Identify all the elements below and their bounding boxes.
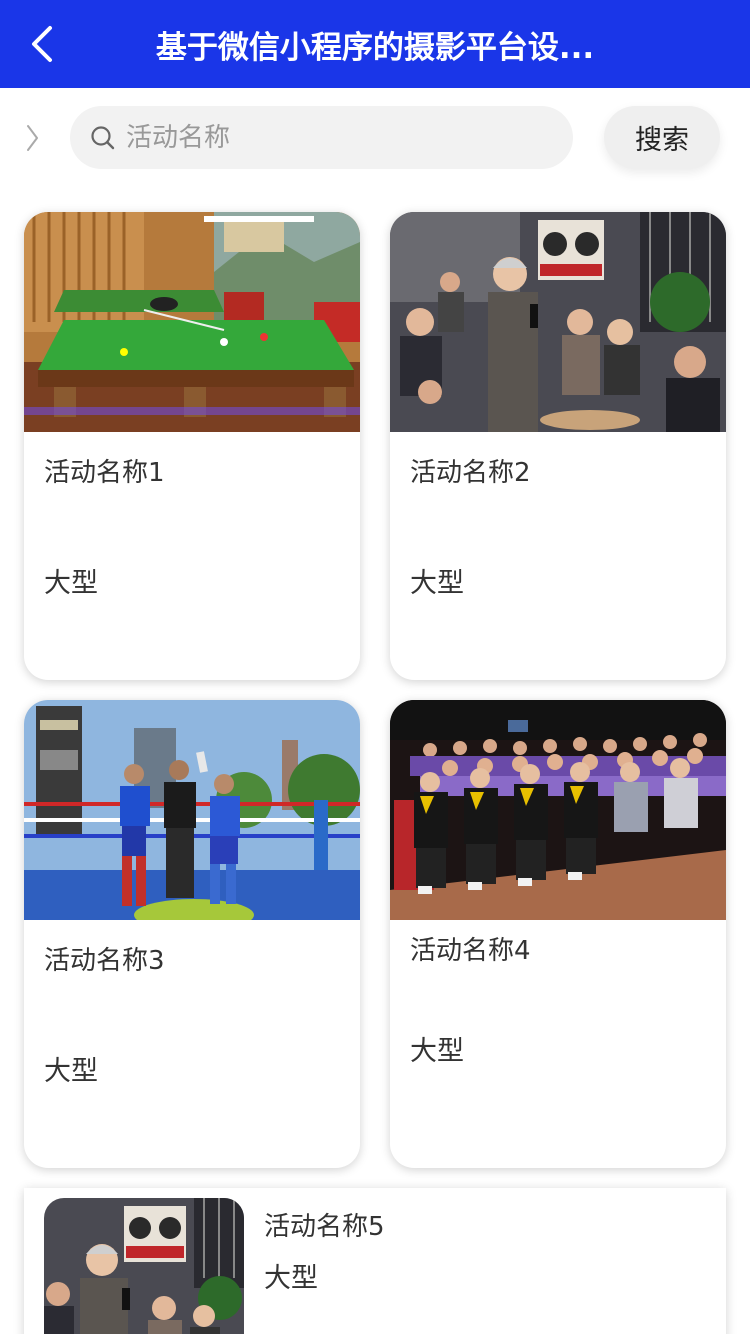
chevron-left-icon (32, 26, 52, 62)
activity-type: 大型 (44, 1056, 98, 1087)
activity-name: 活动名称2 (410, 458, 531, 488)
activity-image[interactable] (24, 700, 360, 920)
activity-type: 大型 (410, 568, 464, 599)
activity-image[interactable] (390, 700, 726, 920)
activity-type: 大型 (410, 1036, 464, 1067)
activity-type: 大型 (44, 568, 98, 599)
activity-image[interactable] (390, 212, 726, 432)
search-bar: 搜索 (0, 88, 750, 188)
activity-image[interactable] (24, 212, 360, 432)
activity-name: 活动名称1 (44, 458, 165, 488)
page-title: 基于微信小程序的摄影平台设... (155, 29, 595, 66)
chevron-right-icon (27, 125, 38, 151)
search-box[interactable] (70, 106, 573, 169)
search-input[interactable] (126, 117, 546, 158)
search-button[interactable]: 搜索 (604, 106, 720, 169)
activity-name: 活动名称4 (410, 936, 531, 966)
activity-card[interactable]: 活动名称2 大型 (390, 212, 726, 680)
activity-name: 活动名称3 (44, 946, 165, 976)
expand-side-button[interactable] (20, 120, 44, 156)
activity-type: 大型 (264, 1263, 318, 1294)
activity-image[interactable] (44, 1198, 244, 1334)
back-button[interactable] (22, 22, 62, 66)
activity-card[interactable]: 活动名称4 大型 (390, 700, 726, 1168)
activity-card[interactable]: 活动名称3 大型 (24, 700, 360, 1168)
activity-list-item[interactable]: 活动名称5 大型 (24, 1188, 726, 1334)
activity-name: 活动名称5 (264, 1212, 385, 1242)
navigation-bar: 基于微信小程序的摄影平台设... (0, 0, 750, 88)
activity-card[interactable]: 活动名称1 大型 (24, 212, 360, 680)
search-icon (90, 125, 116, 151)
